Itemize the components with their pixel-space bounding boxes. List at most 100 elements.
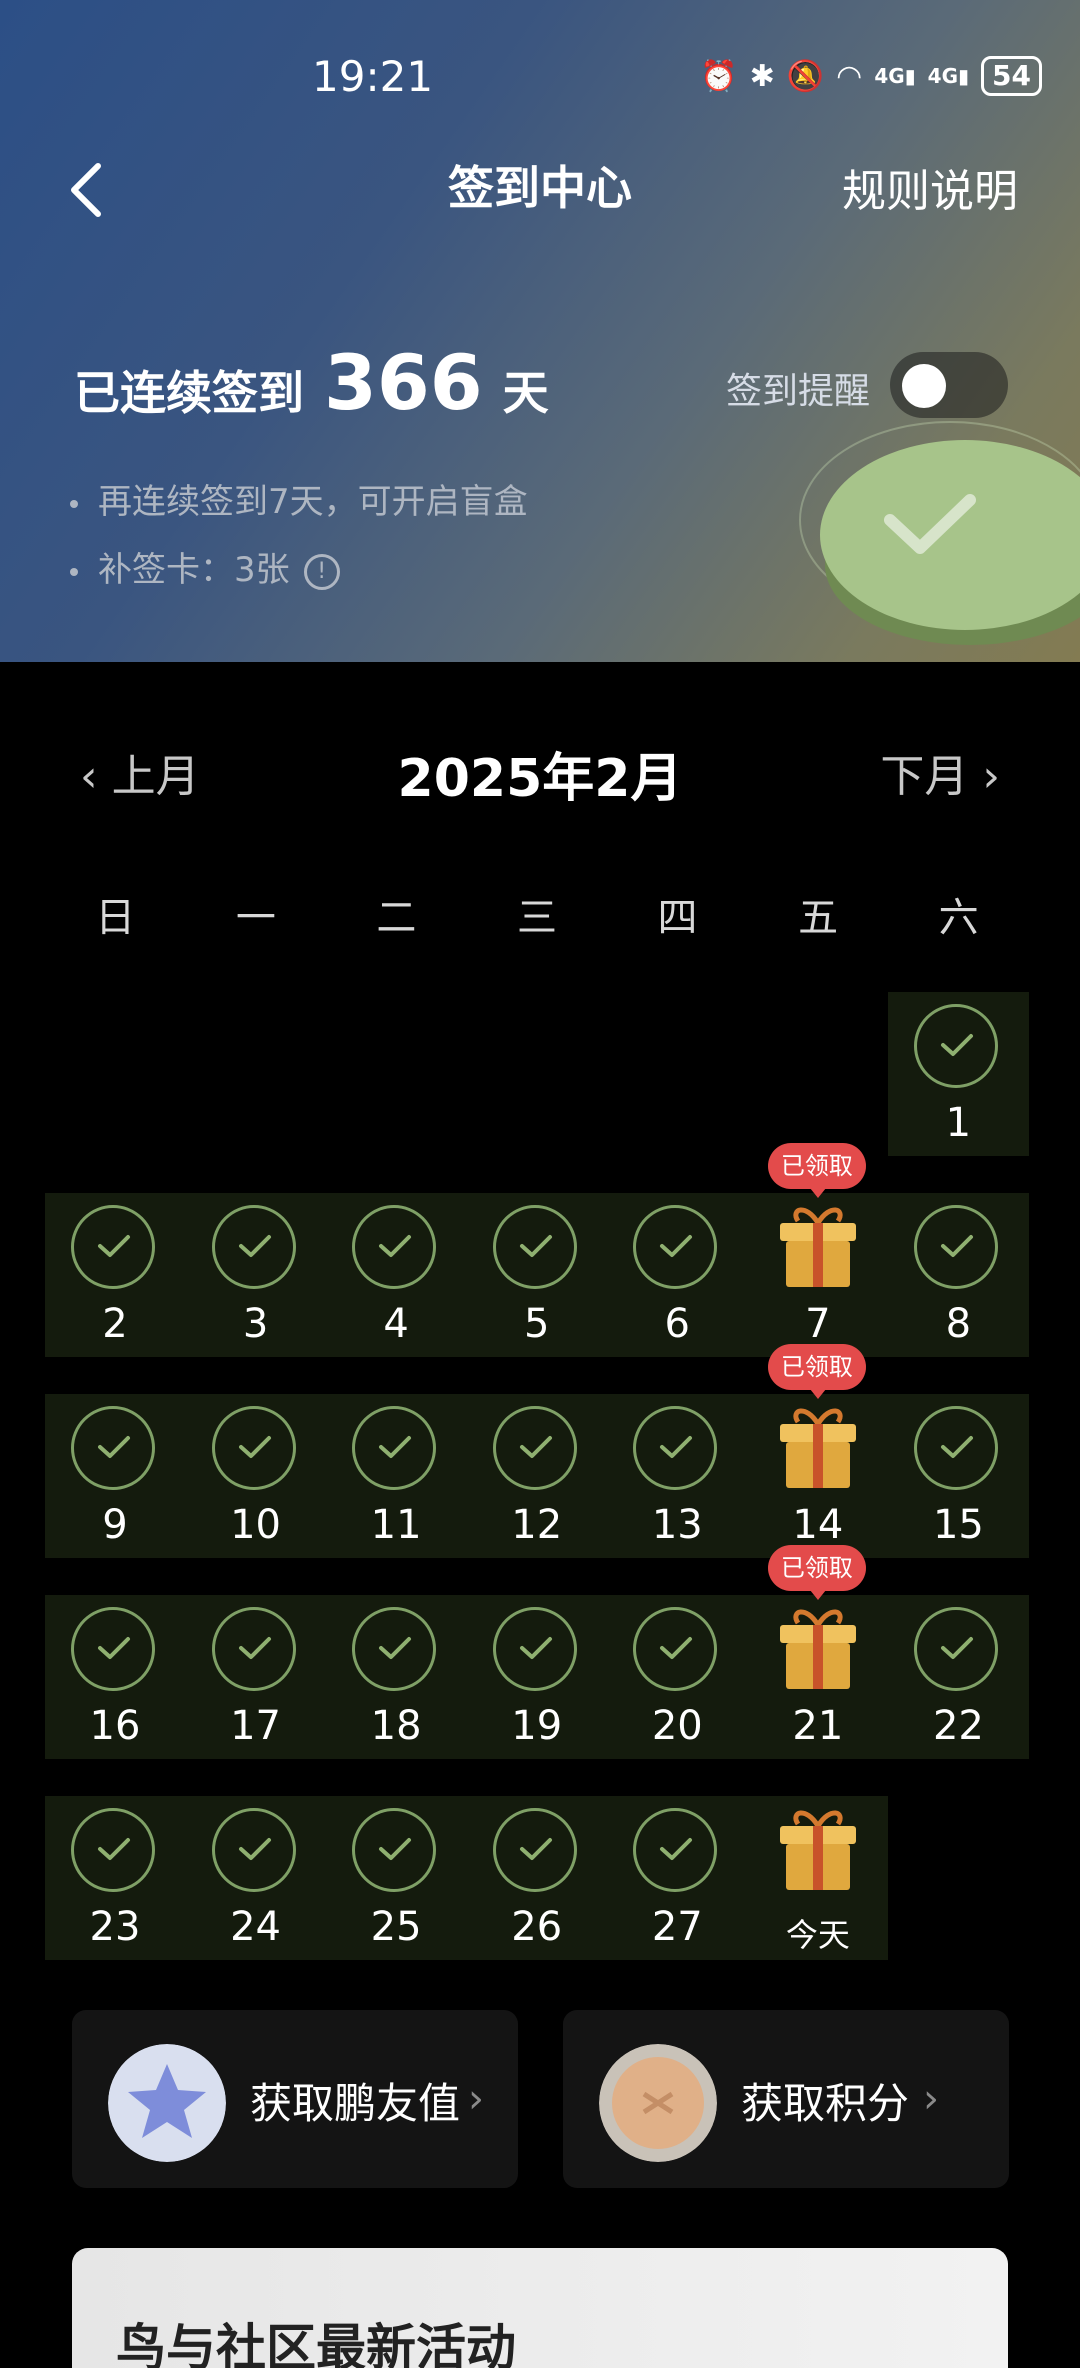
day-number: 27	[651, 1904, 703, 1950]
streak-summary: 已连续签到 366 天	[74, 338, 549, 427]
calendar-day[interactable]: 17	[186, 1595, 326, 1759]
checkmark-circle-icon	[352, 1406, 437, 1490]
rules-link[interactable]: 规则说明	[842, 155, 1018, 219]
bullet-dot	[70, 567, 78, 576]
reminder-toggle[interactable]	[890, 352, 1008, 418]
checkmark-circle-icon	[211, 1808, 296, 1892]
day-number: 9	[102, 1502, 128, 1548]
card-label: 获取鹏友值	[250, 2079, 461, 2128]
streak-suffix: 天	[502, 366, 549, 420]
coin-icon	[599, 2044, 717, 2162]
checkmark-circle-icon	[914, 1607, 999, 1691]
mute-icon: 🔕	[786, 58, 825, 94]
day-number: 14	[792, 1502, 844, 1548]
checkmark-circle-icon	[914, 1406, 999, 1490]
signal-icon: 4G▮	[927, 64, 970, 88]
calendar-day[interactable]: 1	[888, 992, 1028, 1156]
bluetooth-icon: ✱	[749, 58, 775, 94]
get-points-card[interactable]: 获取积分 ›	[563, 2010, 1009, 2188]
checkmark-circle-icon	[914, 1004, 999, 1088]
day-number: 26	[511, 1904, 563, 1950]
signal-icon: 4G▮	[874, 64, 916, 88]
gift-icon	[776, 1603, 860, 1693]
calendar-day[interactable]: 23	[45, 1796, 185, 1960]
calendar-day[interactable]: 27	[607, 1796, 747, 1960]
weekday-label: 一	[235, 895, 276, 941]
calendar-day[interactable]: 26	[467, 1796, 607, 1960]
day-number: 今天	[785, 1916, 850, 1954]
bullet-dot	[70, 499, 78, 508]
calendar-day[interactable]: 9	[45, 1394, 185, 1558]
calendar-day[interactable]: 已领取 7	[748, 1143, 888, 1357]
calendar-day[interactable]: 11	[326, 1394, 466, 1558]
day-number: 12	[511, 1502, 563, 1548]
claimed-badge: 已领取	[767, 1545, 866, 1600]
calendar-day[interactable]: 15	[888, 1394, 1028, 1558]
streak-count: 366	[324, 338, 483, 427]
calendar-day[interactable]: 今天	[748, 1796, 888, 1960]
calendar-day[interactable]: 8	[888, 1193, 1028, 1357]
day-number: 22	[932, 1703, 984, 1749]
calendar-day[interactable]: 18	[326, 1595, 466, 1759]
next-month-button[interactable]: 下月 ›	[880, 740, 1000, 804]
checkmark-circle-icon	[211, 1406, 296, 1490]
month-navigator: ‹ 上月 2025年2月 下月 ›	[0, 740, 1080, 810]
checkmark-circle-icon	[211, 1205, 296, 1289]
battery-indicator: 54	[981, 56, 1042, 96]
day-number: 21	[792, 1703, 844, 1749]
checkmark-circle-icon	[633, 1808, 718, 1892]
day-number: 19	[511, 1703, 563, 1749]
calendar-day[interactable]: 22	[888, 1595, 1028, 1759]
wifi-icon: ◠	[836, 58, 863, 94]
checkmark-circle-icon	[492, 1808, 577, 1892]
checkmark-circle-icon	[914, 1205, 999, 1289]
weekday-label: 三	[516, 895, 557, 941]
day-number: 2	[102, 1301, 128, 1347]
day-number: 23	[89, 1904, 141, 1950]
calendar-day[interactable]: 19	[467, 1595, 607, 1759]
calendar-day[interactable]: 5	[467, 1193, 607, 1357]
weekday-label: 二	[376, 895, 417, 941]
checkmark-circle-icon	[71, 1607, 155, 1691]
day-number: 8	[945, 1301, 972, 1347]
day-number: 11	[370, 1502, 422, 1548]
calendar-day[interactable]: 13	[607, 1394, 747, 1558]
day-number: 5	[523, 1301, 550, 1347]
day-number: 16	[89, 1703, 141, 1749]
claimed-badge: 已领取	[767, 1344, 866, 1399]
activity-banner[interactable]: 鸟与社区最新活动	[72, 2248, 1008, 2368]
day-number: 7	[805, 1301, 831, 1347]
day-number: 1	[945, 1100, 972, 1146]
info-icon[interactable]: !	[303, 553, 340, 590]
calendar-day[interactable]: 20	[607, 1595, 747, 1759]
gift-icon	[776, 1804, 860, 1894]
checkmark-circle-icon	[633, 1607, 718, 1691]
calendar-day[interactable]: 16	[45, 1595, 185, 1759]
day-number: 25	[370, 1904, 422, 1950]
checkmark-circle-icon	[71, 1205, 155, 1289]
calendar-day[interactable]: 10	[186, 1394, 326, 1558]
toggle-knob	[902, 364, 946, 408]
get-pengyou-card[interactable]: 获取鹏友值 ›	[72, 2010, 518, 2188]
calendar-day[interactable]: 6	[607, 1193, 747, 1357]
chevron-right-icon: ›	[923, 2076, 939, 2122]
checkmark-circle-icon	[71, 1406, 155, 1490]
checkmark-circle-icon	[352, 1205, 437, 1289]
calendar-day[interactable]: 25	[326, 1796, 466, 1960]
calendar-day[interactable]: 已领取 21	[748, 1545, 888, 1759]
day-number: 4	[383, 1301, 409, 1347]
status-time: 19:21	[312, 52, 434, 101]
checkmark-circle-icon	[633, 1406, 718, 1490]
checkmark-circle-icon	[492, 1607, 577, 1691]
calendar-day[interactable]: 3	[186, 1193, 326, 1357]
calendar-day[interactable]: 24	[186, 1796, 326, 1960]
weekday-header: 日 一 二 三 四 五 六	[45, 885, 1029, 943]
calendar-day[interactable]: 已领取 14	[748, 1344, 888, 1558]
banner-title: 鸟与社区最新活动	[116, 2319, 516, 2368]
calendar-day[interactable]: 4	[326, 1193, 466, 1357]
checkmark-circle-icon	[492, 1205, 577, 1289]
calendar-day[interactable]: 12	[467, 1394, 607, 1558]
gift-icon	[776, 1201, 860, 1291]
claimed-badge: 已领取	[767, 1143, 866, 1198]
calendar-day[interactable]: 2	[45, 1193, 185, 1357]
